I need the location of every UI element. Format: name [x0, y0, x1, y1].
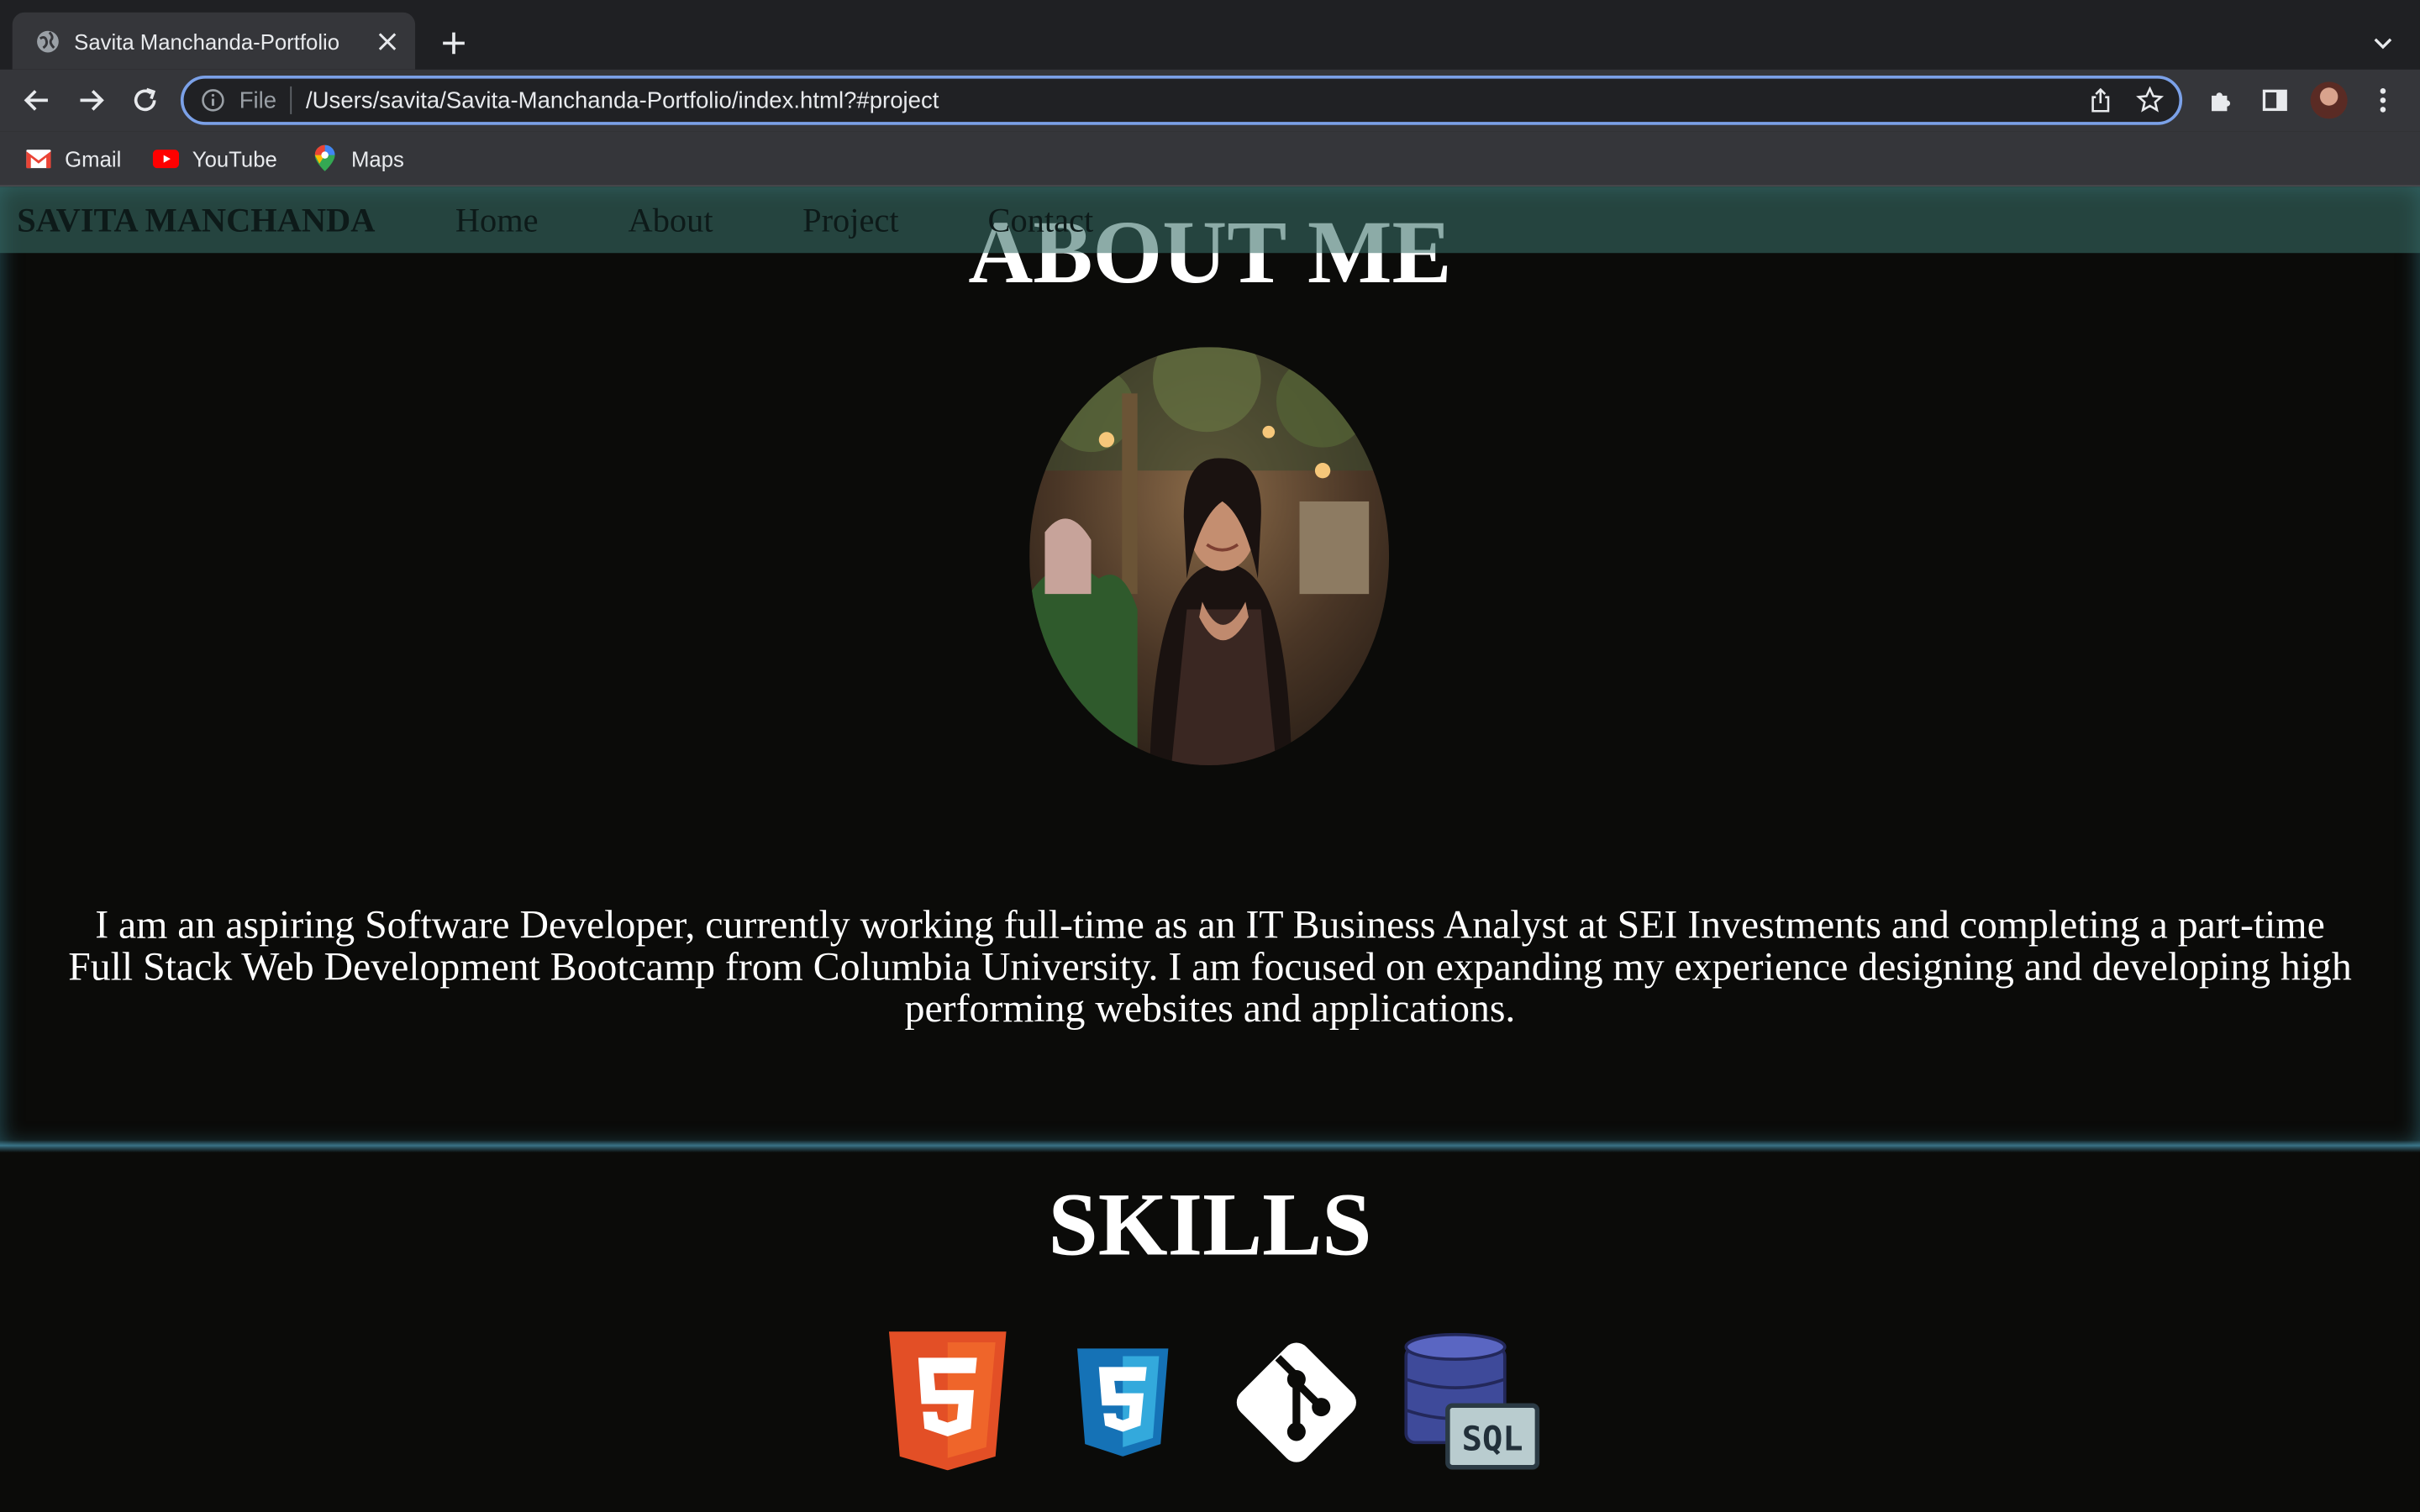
css3-icon — [1074, 1348, 1171, 1457]
bookmarks-bar: Gmail YouTube Maps — [0, 131, 2420, 187]
about-description: I am an aspiring Software Developer, cur… — [68, 902, 2352, 1031]
skills-heading: SKILLS — [1048, 1173, 1372, 1275]
url-scheme: File — [239, 87, 277, 113]
profile-avatar[interactable] — [2309, 81, 2349, 121]
youtube-icon — [152, 144, 180, 172]
browser-tab[interactable]: Savita Manchanda-Portfolio — [12, 12, 416, 70]
extensions-icon[interactable] — [2201, 81, 2241, 121]
menu-icon[interactable] — [2363, 81, 2403, 121]
forward-arrow-icon[interactable] — [71, 81, 111, 121]
divider — [290, 86, 292, 114]
side-panel-icon[interactable] — [2254, 81, 2295, 121]
nav-link-about[interactable]: About — [629, 201, 713, 241]
bookmark-gmail[interactable]: Gmail — [24, 144, 121, 172]
bookmark-youtube[interactable]: YouTube — [152, 144, 277, 172]
section-divider — [0, 1140, 2420, 1153]
url-text[interactable]: /Users/savita/Savita-Manchanda-Portfolio… — [306, 87, 2081, 113]
sql-database-icon: SQL — [1402, 1331, 1540, 1470]
browser-toolbar: File /Users/savita/Savita-Manchanda-Port… — [0, 69, 2420, 132]
bookmark-maps[interactable]: Maps — [311, 144, 404, 172]
bookmark-label: Gmail — [65, 145, 122, 171]
tab-strip: Savita Manchanda-Portfolio — [0, 0, 2420, 70]
gmail-icon — [24, 144, 52, 172]
avatar — [2310, 81, 2348, 119]
close-icon[interactable] — [372, 25, 403, 56]
about-section: ABOUT ME — [0, 186, 2420, 1146]
tab-title: Savita Manchanda-Portfolio — [74, 28, 340, 54]
share-icon[interactable] — [2081, 81, 2121, 121]
nav-link-home[interactable]: Home — [455, 201, 539, 241]
chevron-down-icon[interactable] — [2365, 24, 2402, 61]
info-icon[interactable] — [199, 87, 227, 114]
site-brand[interactable]: SAVITA MANCHANDA — [17, 201, 375, 241]
back-arrow-icon[interactable] — [17, 81, 57, 121]
screen: Savita Manchanda-Portfolio File /Users/s… — [0, 0, 2420, 1512]
bookmark-label: YouTube — [192, 145, 277, 171]
reload-icon[interactable] — [125, 81, 166, 121]
address-bar[interactable]: File /Users/savita/Savita-Manchanda-Port… — [180, 75, 2183, 125]
globe-icon — [34, 27, 61, 55]
maps-icon — [311, 144, 339, 172]
git-icon — [1227, 1333, 1365, 1472]
nav-link-project[interactable]: Project — [802, 201, 898, 241]
sql-label: SQL — [1462, 1419, 1523, 1459]
bookmark-label: Maps — [350, 145, 404, 171]
profile-photo — [1029, 347, 1390, 766]
html5-icon — [886, 1331, 1009, 1471]
star-icon[interactable] — [2130, 81, 2170, 121]
new-tab-icon[interactable] — [434, 24, 474, 64]
nav-link-contact[interactable]: Contact — [988, 201, 1094, 241]
site-navbar: SAVITA MANCHANDA Home About Project Cont… — [0, 186, 2420, 254]
page-viewport: ABOUT ME — [0, 186, 2420, 1512]
